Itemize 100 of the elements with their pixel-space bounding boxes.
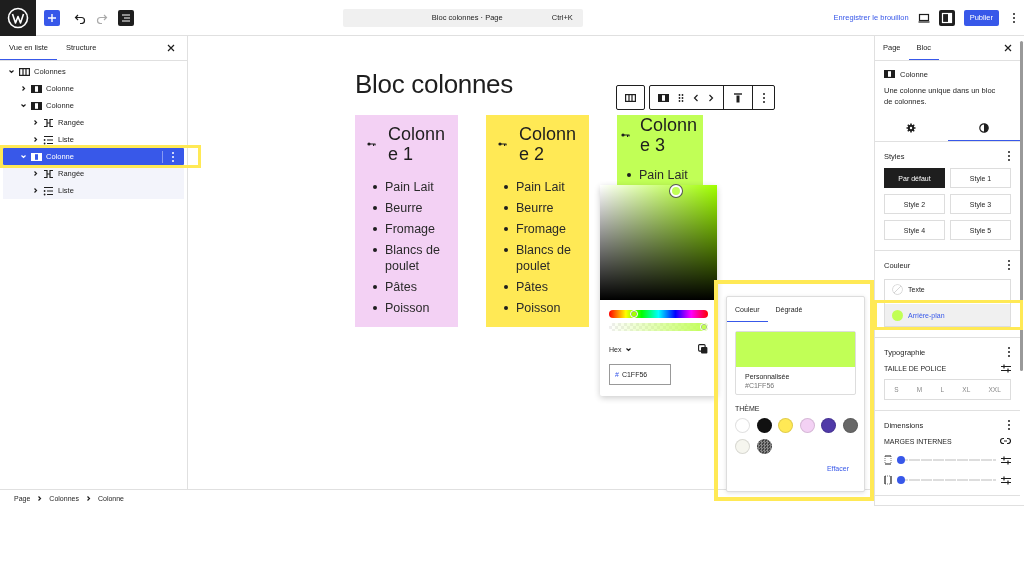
page-title[interactable]: Bloc colonnes: [355, 69, 874, 99]
column-icon: [884, 69, 895, 79]
bullet-icon: [504, 227, 508, 231]
chevron-right-icon[interactable]: [32, 136, 39, 143]
bullet-icon: [373, 185, 377, 189]
list-icon: [43, 185, 54, 196]
hue-slider[interactable]: [609, 310, 708, 318]
align-top-icon[interactable]: [733, 92, 743, 103]
sidebar-toggle-icon[interactable]: [938, 9, 955, 26]
chevron-right-icon[interactable]: [32, 187, 39, 194]
column-heading: Colonne 3: [640, 115, 699, 155]
bullet-icon: [504, 285, 508, 289]
chevron-down-icon[interactable]: [20, 102, 27, 109]
bullet-icon: [373, 248, 377, 252]
bullet-icon: [504, 306, 508, 310]
key-icon: [621, 132, 630, 138]
key-icon: [498, 141, 507, 147]
settings-sliders-icon[interactable]: [1001, 455, 1011, 465]
color-swatch[interactable]: [821, 418, 836, 433]
settings-sliders-icon[interactable]: [1001, 364, 1011, 373]
list-item: Blancs de poulet: [385, 242, 441, 274]
more-icon[interactable]: [1007, 346, 1011, 358]
list-view-icon[interactable]: [118, 9, 134, 26]
list-item: Fromage: [385, 221, 436, 237]
empty-swatch-icon: [892, 284, 903, 295]
slider-thumb[interactable]: [700, 323, 708, 331]
color-swatch[interactable]: [842, 418, 858, 433]
color-swatch[interactable]: [756, 439, 772, 454]
column-heading: Colonne 1: [388, 124, 447, 164]
chevron-right-icon[interactable]: [36, 494, 44, 502]
color-swatch[interactable]: [756, 418, 772, 433]
move-right-icon[interactable]: [708, 92, 714, 103]
row-icon: [43, 117, 54, 128]
scrollbar-thumb[interactable]: [1020, 41, 1023, 371]
list-item: Pain Lait: [385, 179, 434, 195]
settings-sliders-icon[interactable]: [1001, 475, 1011, 485]
padding-horizontal-icon: [884, 475, 892, 485]
bullet-icon: [504, 248, 508, 252]
column-block[interactable]: Colonne 1 Pain Lait Beurre Fromage Blancs de poulet Pâtes Poisson: [355, 115, 458, 327]
color-swatch[interactable]: [799, 418, 815, 433]
drag-handle-icon[interactable]: [678, 92, 684, 103]
gear-icon: [906, 122, 917, 133]
list-item: Pâtes: [516, 279, 548, 295]
more-icon[interactable]: [1007, 150, 1011, 162]
chevron-down-icon[interactable]: [8, 68, 15, 75]
column-icon[interactable]: [658, 92, 669, 103]
column-block[interactable]: Colonne 2 Pain Lait Beurre Fromage Blancs de poulet Pâtes Poisson: [486, 115, 589, 327]
slider-thumb[interactable]: [629, 310, 638, 318]
move-left-icon[interactable]: [693, 92, 699, 103]
logo-icon[interactable]: [0, 0, 36, 36]
column-icon: [31, 83, 42, 94]
list-item: Blancs de poulet: [516, 242, 572, 274]
desktop-preview-icon[interactable]: [917, 11, 930, 24]
bullet-icon: [373, 285, 377, 289]
color-swatch[interactable]: [735, 418, 750, 433]
columns-icon: [19, 66, 30, 77]
column-icon: [31, 100, 42, 111]
saturation-field[interactable]: [600, 185, 717, 300]
column-heading: Colonne 2: [519, 124, 578, 164]
chevron-right-icon[interactable]: [32, 170, 39, 177]
bullet-icon: [373, 306, 377, 310]
color-swatch[interactable]: [778, 418, 793, 433]
list-item: Beurre: [385, 200, 423, 216]
bullet-icon: [373, 206, 377, 210]
more-icon[interactable]: [1007, 419, 1011, 431]
list-item: Pain Lait: [516, 179, 565, 195]
chevron-right-icon[interactable]: [20, 85, 27, 92]
columns-icon[interactable]: [625, 92, 636, 103]
add-block-icon[interactable]: [44, 9, 60, 26]
link-icon[interactable]: [1000, 437, 1011, 445]
list-item: Pâtes: [385, 279, 417, 295]
bullet-icon: [504, 185, 508, 189]
list-item: Poisson: [385, 300, 430, 316]
bullet-icon: [373, 227, 377, 231]
close-icon[interactable]: [167, 44, 175, 52]
color-swatch[interactable]: [735, 439, 750, 454]
chevron-down-icon[interactable]: [625, 345, 633, 353]
slider-thumb[interactable]: [897, 456, 905, 464]
chevron-right-icon[interactable]: [32, 119, 39, 126]
color-handle[interactable]: [669, 185, 682, 197]
more-icon[interactable]: [1012, 11, 1016, 24]
slider-track[interactable]: [897, 456, 996, 464]
color-preview[interactable]: [736, 332, 855, 367]
bullet-icon: [627, 173, 631, 177]
chevron-right-icon[interactable]: [84, 494, 92, 502]
slider-thumb[interactable]: [897, 476, 905, 484]
list-item: Beurre: [516, 200, 554, 216]
slider-track[interactable]: [897, 476, 996, 484]
close-icon[interactable]: [1004, 44, 1012, 52]
more-icon[interactable]: [762, 91, 766, 104]
bullet-icon: [504, 206, 508, 210]
more-icon[interactable]: [1007, 259, 1011, 271]
copy-icon[interactable]: [698, 344, 708, 354]
column-icon: [31, 151, 42, 162]
padding-vertical-icon: [884, 455, 892, 465]
list-item: Fromage: [516, 221, 567, 237]
alpha-slider[interactable]: [609, 323, 708, 331]
key-icon: [367, 141, 376, 147]
list-item: Poisson: [516, 300, 561, 316]
row-icon: [43, 168, 54, 179]
